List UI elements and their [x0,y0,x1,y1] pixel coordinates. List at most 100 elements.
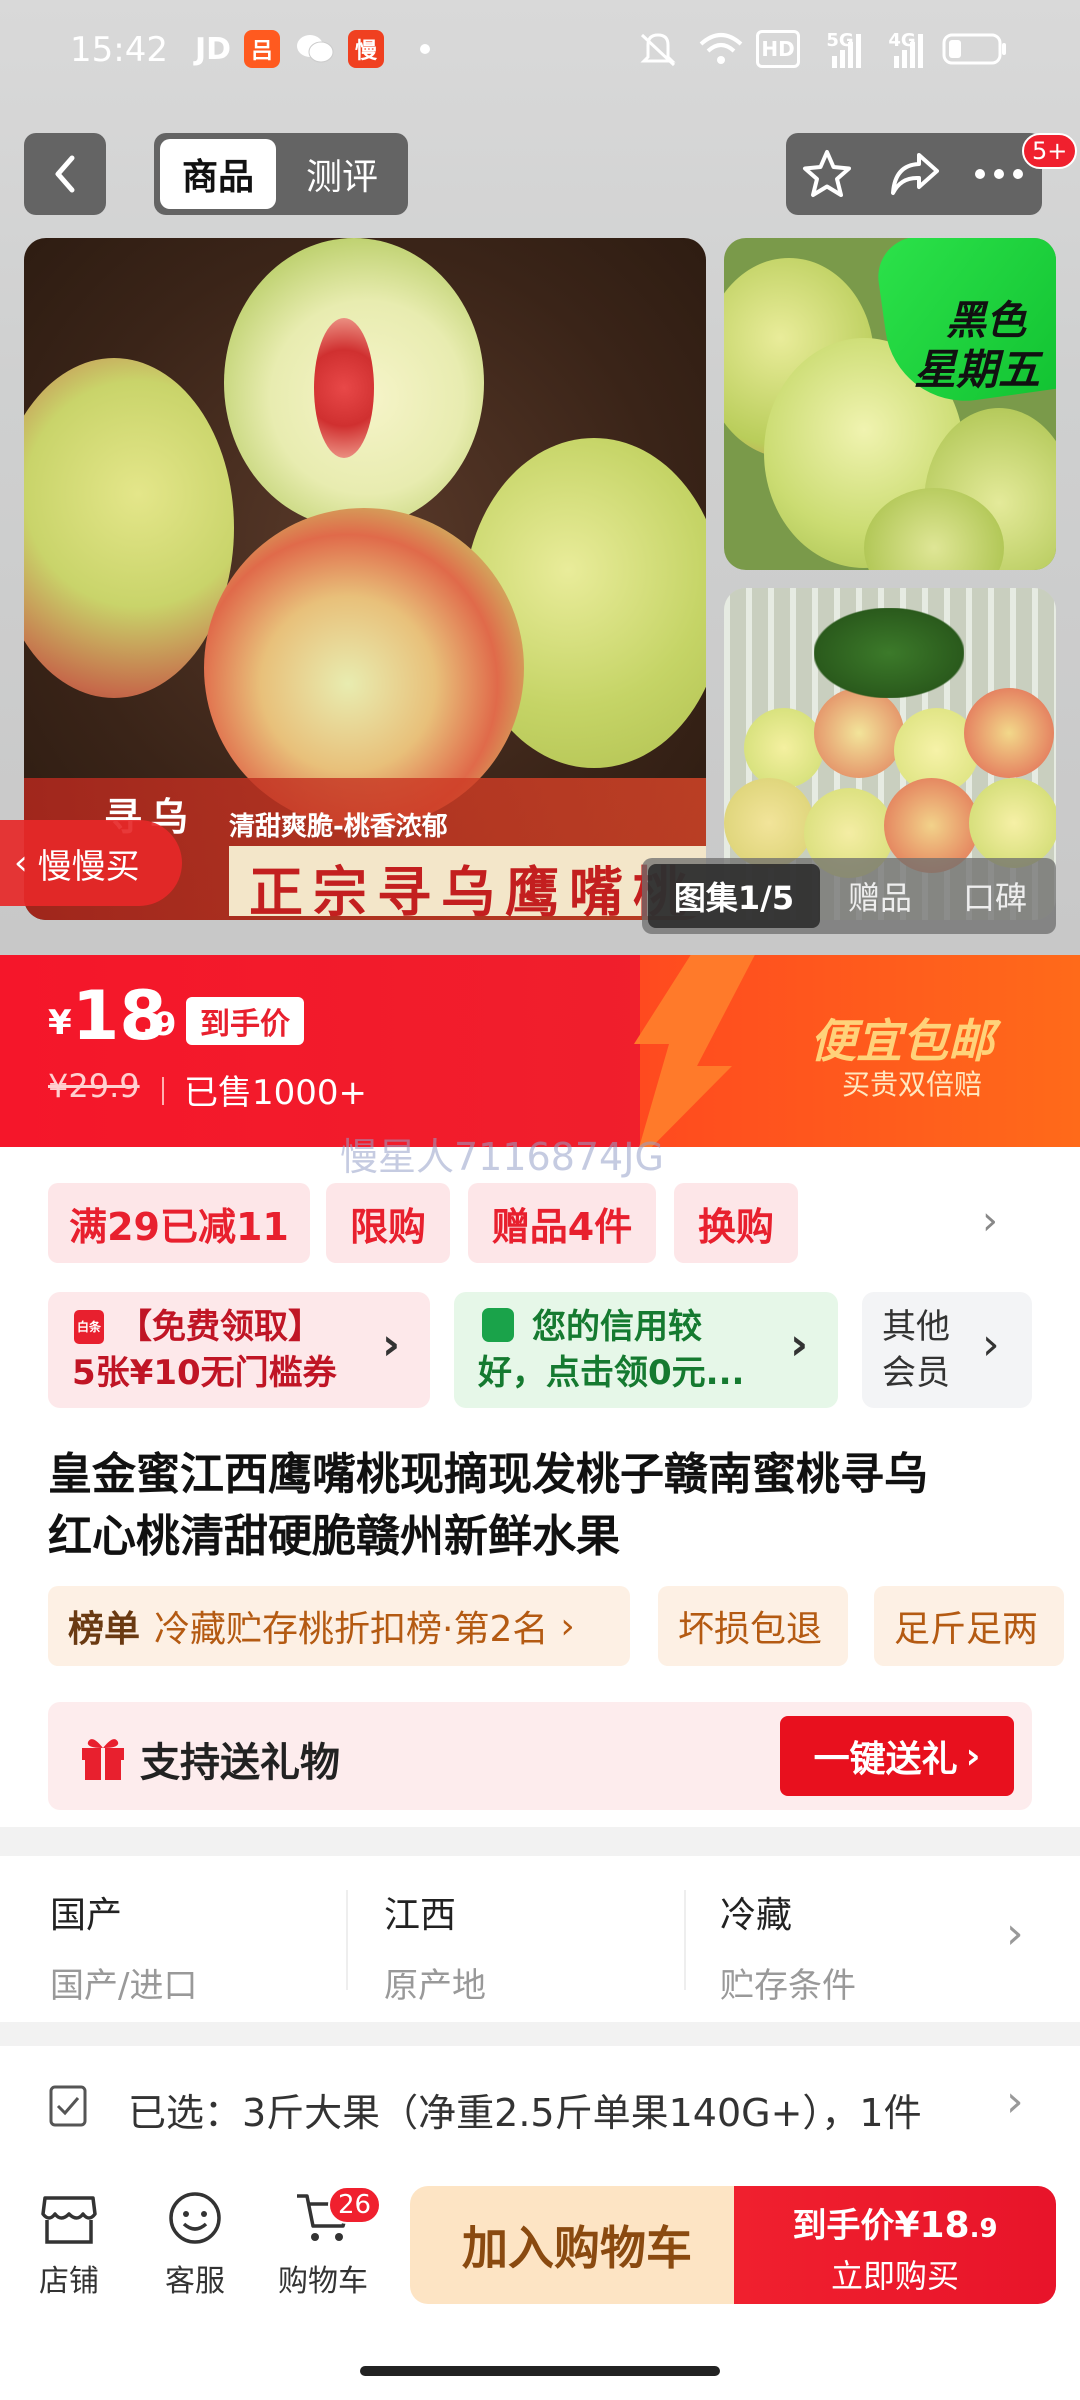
tab-product[interactable]: 商品 [160,139,276,209]
chevron-right-icon: › [982,1319,1000,1370]
chevron-right-icon: › [1006,1908,1024,1959]
tab-review[interactable]: 测评 [284,139,400,209]
promo-subtitle: 买贵双倍赔 [842,1068,983,1101]
tab-gift-label: 赠品 [847,879,912,917]
shopping-bag-icon [482,1308,514,1342]
caption-sub: 清甜爽脆-桃香浓郁 [229,812,448,842]
store-label: 店铺 [39,2264,99,2299]
favorite-button[interactable] [792,141,862,207]
credit-line2: 好，点击领0元... [478,1353,745,1393]
cart-count-badge: 26 [328,2186,382,2224]
spec-value: 国产 [50,1895,123,1936]
spec-divider [684,1890,686,1990]
add-to-cart-button[interactable]: 加入购物车 [410,2186,744,2304]
chevron-right-icon[interactable]: › [982,1198,998,1244]
tag-exchange-label: 换购 [697,1204,774,1249]
hd-icon: HD [756,30,800,68]
tab-product-label: 商品 [181,157,254,198]
main-product-image[interactable]: 寻乌 清甜爽脆-桃香浓郁 正宗寻乌鹰嘴桃 [24,238,706,920]
watermark: 慢星人7116874JG [340,1135,664,1179]
gift-label: 支持送礼物 [140,1740,340,1786]
coupon-line2: 5张¥10无门槛券 [72,1353,337,1393]
spec-label: 贮存条件 [720,1966,856,2006]
buy-price-decimal: .9 [969,2214,998,2244]
slow-buy-app-icon: 慢 [348,30,384,68]
status-time: 15:42 [70,30,168,70]
promo-title: 便宜包邮 [810,1014,994,1068]
selected-variant-row[interactable]: 已选：3斤大果（净重2.5斤单果140G+），1件 › [0,2046,1080,2166]
chevron-right-icon: › [1006,2076,1024,2127]
tag-gifts[interactable]: 赠品4件 [468,1183,656,1263]
service-button[interactable]: 客服 [140,2190,250,2300]
spec-summary[interactable]: 国产 国产/进口 江西 原产地 冷藏 贮存条件 › [0,1856,1080,2022]
store-icon [41,2196,97,2244]
buy-now-button[interactable]: 到手价¥18.9 立即购买 [734,2186,1056,2304]
chevron-left-icon [55,155,75,193]
member-card[interactable]: 其他 会员 › [862,1292,1032,1408]
add-to-cart-label: 加入购物车 [462,2221,692,2275]
product-title: 皇金蜜江西鹰嘴桃现摘现发桃子赣南蜜桃寻乌 红心桃清甜硬脆赣州新鲜水果 [48,1444,1038,1568]
spec-origin-place: 江西 原产地 [384,1886,486,2007]
spec-storage: 冷藏 贮存条件 [720,1886,856,2007]
gift-icon [82,1739,124,1780]
rank-chip[interactable]: 榜单 冷藏贮存桃折扣榜·第2名 › [48,1586,630,1666]
message-badge: 5+ [1022,133,1078,169]
gift-row[interactable]: 支持送礼物 一键送礼 › [48,1702,1032,1810]
signal-4g-icon: 4G [876,30,928,68]
chip-damage-refund[interactable]: 坏损包退 [658,1586,848,1666]
home-indicator [360,2366,720,2376]
coupon-card[interactable]: 白条 【免费领取】 5张¥10无门槛券 › [48,1292,430,1408]
checklist-icon [49,2085,87,2127]
tag-exchange[interactable]: 换购 [674,1183,798,1263]
share-icon [891,153,939,195]
jd-app-icon: JD [194,31,232,67]
share-button[interactable] [880,141,950,207]
spec-label: 国产/进口 [50,1966,198,2006]
product-title-line2: 红心桃清甜硬脆赣州新鲜水果 [48,1511,620,1562]
buy-now-label: 立即购买 [830,2257,959,2295]
dot-icon [418,30,432,68]
buy-price: ¥18 [894,2205,970,2246]
tab-reviews[interactable]: 口碑 [940,864,1050,928]
spec-origin-type: 国产 国产/进口 [50,1886,197,2007]
price-currency: ¥ [48,1003,72,1043]
product-title-line1: 皇金蜜江西鹰嘴桃现摘现发桃子赣南蜜桃寻乌 [48,1449,928,1500]
back-button[interactable] [24,133,106,215]
customer-service-icon [169,2192,221,2244]
cart-label: 购物车 [278,2264,368,2299]
star-icon [803,150,851,197]
tab-reviews-label: 口碑 [962,879,1027,917]
chevron-right-icon: › [965,1735,981,1777]
tag-discount[interactable]: 满29已减11 [48,1183,310,1263]
credit-card[interactable]: 您的信用较 好，点击领0元... › [454,1292,838,1408]
member-line1: 其他 [882,1307,950,1347]
chip-damage-label: 坏损包退 [678,1609,823,1650]
mute-icon [636,30,680,68]
final-price-tag: 到手价 [186,997,304,1045]
member-line2: 会员 [882,1353,950,1393]
tag-discount-label: 满29已减11 [69,1204,289,1249]
meituan-app-icon: 吕 [244,30,280,68]
tag-limit-label: 限购 [349,1204,426,1249]
side-image-1[interactable]: 黑色 星期五 [724,238,1056,570]
tab-gallery-label: 图集1/5 [673,879,795,917]
service-label: 客服 [165,2264,225,2299]
tag-limit[interactable]: 限购 [326,1183,450,1263]
spec-divider [346,1890,348,1990]
price-bar: ¥ 18 .9 到手价 ¥29.9 已售1000+ 便宜包邮 买贵双倍赔 [0,955,1080,1147]
slow-buy-button[interactable]: ‹ 慢慢买 [0,820,182,906]
more-icon [975,169,1023,179]
send-gift-button[interactable]: 一键送礼 › [780,1716,1014,1796]
status-bar: 15:42 JD 吕 慢 HD 5G 4G [0,0,1080,100]
price-decimal: .9 [142,1005,177,1043]
store-button[interactable]: 店铺 [14,2190,124,2300]
buy-price-prefix: 到手价 [792,2206,895,2246]
wechat-icon [295,30,335,68]
selected-text: 已选：3斤大果（净重2.5斤单果140G+），1件 [128,2091,922,2135]
chip-full-weight[interactable]: 足斤足两 [874,1586,1064,1666]
signal-5g-icon: 5G [814,30,866,68]
coupon-app-icon: 白条 [74,1310,104,1344]
tab-review-label: 测评 [305,157,378,198]
tab-gallery[interactable]: 图集1/5 [648,864,820,928]
tab-gift[interactable]: 赠品 [830,864,930,928]
